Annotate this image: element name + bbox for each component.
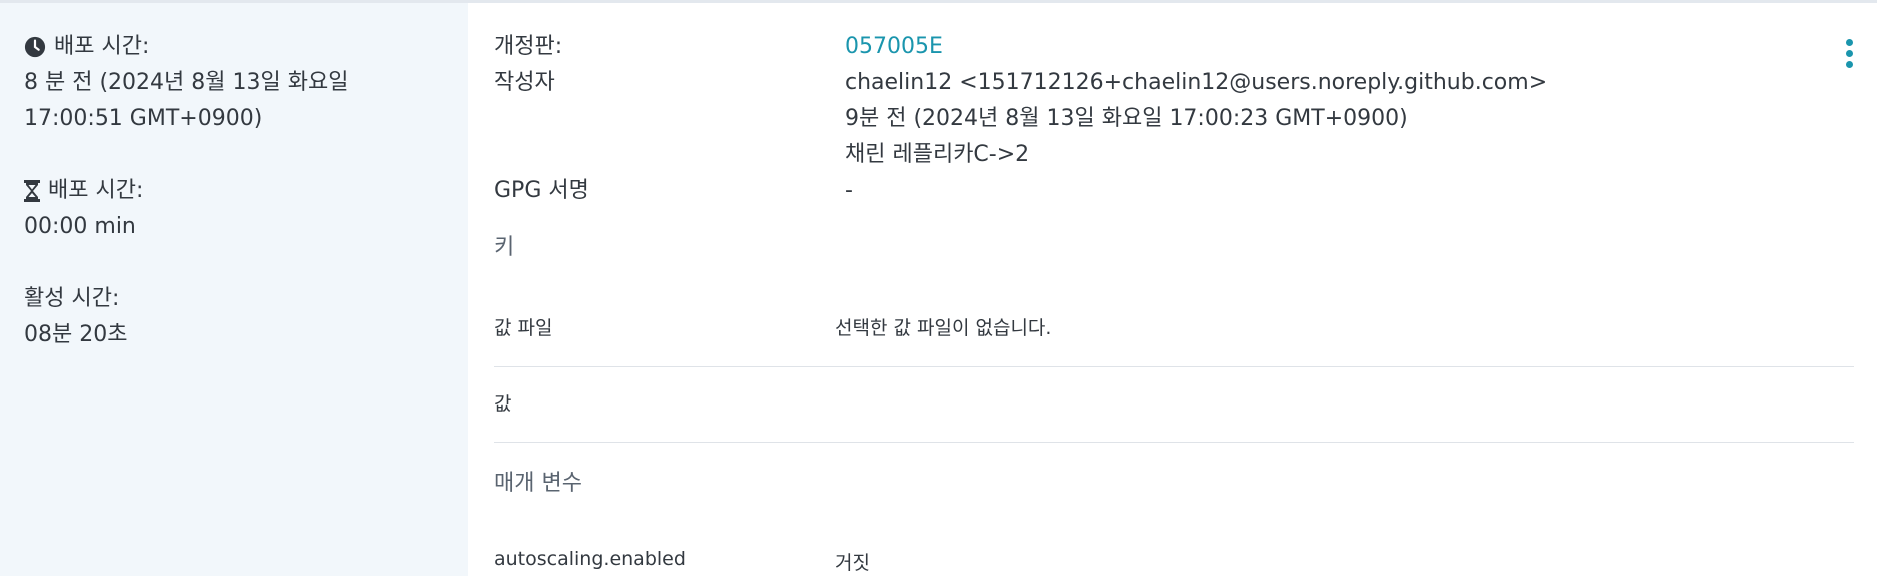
revision-link[interactable]: 057005E (845, 29, 943, 65)
hourglass-icon (24, 180, 40, 202)
duration-value: 00:00 min (24, 214, 136, 239)
duration-label: 배포 시간: (48, 178, 144, 203)
commit-message: 채린 레플리카C->2 (845, 142, 1030, 167)
more-dot (1845, 50, 1853, 57)
active-time-label: 활성 시간: (24, 286, 120, 311)
parameter-name: autoscaling.enabled (494, 548, 686, 570)
deploy-time-value-line1: 8 분 전 (2024년 8월 13일 화요일 (24, 70, 349, 95)
deploy-time-label-row: 배포 시간: (24, 29, 468, 65)
revision-label: 개정판: (494, 34, 563, 59)
params-section-title: 매개 변수 (494, 471, 582, 496)
value-file-label: 값 파일 (494, 317, 553, 339)
gpg-value: - (845, 178, 853, 203)
more-dot (1845, 39, 1853, 46)
author-name: chaelin12 <151712126+chaelin12@users.nor… (845, 70, 1548, 95)
deploy-time-label: 배포 시간: (54, 34, 150, 59)
more-vertical-icon[interactable] (1839, 39, 1859, 79)
parameter-value: 거짓 (835, 552, 870, 574)
clock-icon (24, 36, 46, 58)
more-dot (1845, 61, 1853, 68)
active-time-value: 08분 20초 (24, 322, 128, 347)
deployment-summary-sidebar: 배포 시간: 8 분 전 (2024년 8월 13일 화요일 17:00:51 … (0, 3, 468, 576)
deploy-time-value-line2: 17:00:51 GMT+0900) (24, 106, 263, 131)
deploy-time-block: 배포 시간: 8 분 전 (2024년 8월 13일 화요일 17:00:51 … (24, 29, 468, 137)
commit-time: 9분 전 (2024년 8월 13일 화요일 17:00:23 GMT+0900… (845, 106, 1408, 131)
values-label: 값 (494, 393, 512, 415)
gpg-label: GPG 서명 (494, 178, 589, 203)
duration-label-row: 배포 시간: (24, 173, 468, 209)
value-file-value: 선택한 값 파일이 없습니다. (835, 317, 1052, 339)
author-label: 작성자 (494, 70, 555, 95)
active-time-block: 활성 시간: 08분 20초 (24, 281, 468, 353)
duration-block: 배포 시간: 00:00 min (24, 173, 468, 245)
deployment-details-panel: 배포 시간: 8 분 전 (2024년 8월 13일 화요일 17:00:51 … (0, 0, 1877, 576)
keys-section-title: 키 (494, 235, 515, 260)
divider (494, 442, 1854, 443)
divider (494, 366, 1854, 367)
revision-details: 개정판: 057005E 작성자 chaelin12 <151712126+ch… (494, 3, 1854, 576)
